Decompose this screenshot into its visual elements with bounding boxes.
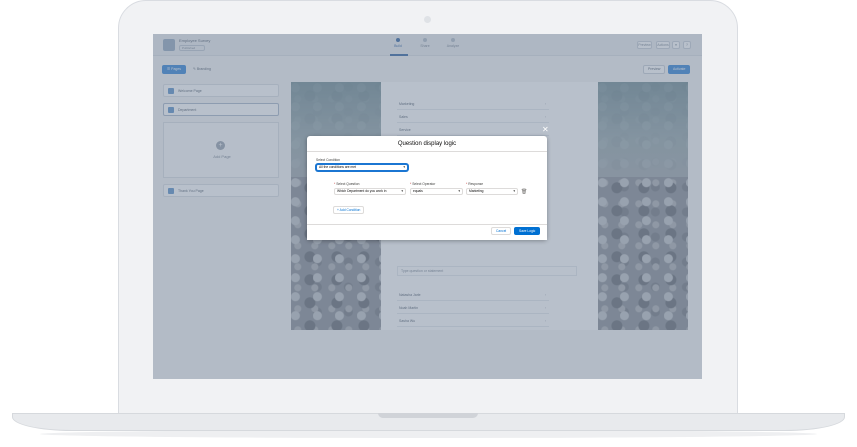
select-question-label-text: Select Question	[336, 182, 360, 186]
select-question-dropdown[interactable]: Which Department do you work in ▾	[334, 188, 406, 195]
response-value: Marketing	[469, 189, 484, 193]
close-icon[interactable]: ✕	[542, 126, 549, 134]
chevron-down-icon: ▾	[403, 165, 405, 169]
add-condition-label: Add Condition	[339, 208, 361, 212]
select-operator-label-text: Select Operator	[412, 182, 436, 186]
chevron-down-icon: ▾	[458, 189, 460, 193]
chevron-down-icon: ▾	[401, 189, 403, 193]
cancel-button[interactable]: Cancel	[491, 227, 512, 235]
response-dropdown[interactable]: Marketing ▾	[466, 188, 518, 195]
select-operator-label: * Select Operator	[410, 182, 436, 186]
add-condition-button[interactable]: + Add Condition	[333, 206, 365, 214]
response-label-text: Response	[468, 182, 484, 186]
select-question-label: * Select Question	[334, 182, 360, 186]
select-operator-dropdown[interactable]: equals ▾	[410, 188, 463, 195]
save-logic-button[interactable]: Save Logic	[514, 227, 541, 235]
laptop-camera	[424, 16, 431, 23]
select-operator-value: equals	[413, 189, 423, 193]
laptop-shadow	[40, 430, 817, 438]
modal-title: Question display logic	[307, 136, 547, 152]
select-condition-value: All the conditions are met	[319, 165, 357, 169]
delete-condition-icon[interactable]: 🗑	[521, 189, 527, 195]
response-label: * Response	[466, 182, 484, 186]
app-screen: Employee Survey Published Build Share An…	[153, 34, 702, 379]
select-question-value: Which Department do you work in	[337, 189, 387, 193]
chevron-down-icon: ▾	[513, 189, 515, 193]
select-condition-label: Select Condition	[316, 158, 341, 162]
select-condition-dropdown[interactable]: All the conditions are met ▾	[316, 164, 408, 171]
display-logic-modal: Question display logic Select Condition …	[307, 136, 547, 240]
laptop-notch	[378, 413, 478, 418]
